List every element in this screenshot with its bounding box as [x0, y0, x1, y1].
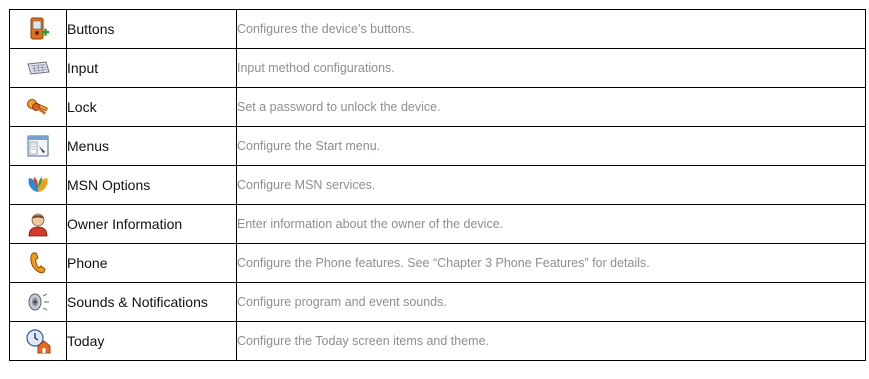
- table-row: Sounds & Notifications Configure program…: [9, 282, 866, 322]
- today-clock-home-icon: [25, 328, 51, 354]
- row-name: Menus: [66, 126, 237, 166]
- icon-cell: [9, 126, 67, 166]
- table-row: MSN Options Configure MSN services.: [9, 165, 866, 205]
- row-name: Owner Information: [66, 204, 237, 244]
- table-row: Input Input method configurations.: [9, 48, 866, 88]
- keys-lock-icon: [25, 94, 51, 120]
- row-name: Sounds & Notifications: [66, 282, 237, 322]
- icon-cell: [9, 9, 67, 49]
- row-description: Configure MSN services.: [236, 165, 866, 205]
- row-description: Enter information about the owner of the…: [236, 204, 866, 244]
- table-row: Owner Information Enter information abou…: [9, 204, 866, 244]
- icon-cell: [9, 282, 67, 322]
- table-row: Today Configure the Today screen items a…: [9, 321, 866, 361]
- row-name: Phone: [66, 243, 237, 283]
- row-name: Input: [66, 48, 237, 88]
- icon-cell: [9, 48, 67, 88]
- row-description: Input method configurations.: [236, 48, 866, 88]
- owner-person-icon: [25, 211, 51, 237]
- device-buttons-icon: [25, 16, 51, 42]
- speaker-sound-icon: [25, 289, 51, 315]
- phone-handset-icon: [25, 250, 51, 276]
- row-description: Configure the Phone features. See “Chapt…: [236, 243, 866, 283]
- row-description: Configure program and event sounds.: [236, 282, 866, 322]
- row-description: Set a password to unlock the device.: [236, 87, 866, 127]
- msn-butterfly-icon: [25, 172, 51, 198]
- icon-cell: [9, 165, 67, 205]
- row-description: Configure the Start menu.: [236, 126, 866, 166]
- icon-cell: [9, 87, 67, 127]
- row-name: Lock: [66, 87, 237, 127]
- menu-window-icon: [25, 133, 51, 159]
- table-row: Buttons Configures the device’s buttons.: [9, 9, 866, 49]
- row-name: Buttons: [66, 9, 237, 49]
- table-row: Menus Configure the Start menu.: [9, 126, 866, 166]
- table-row: Lock Set a password to unlock the device…: [9, 87, 866, 127]
- row-name: MSN Options: [66, 165, 237, 205]
- row-description: Configure the Today screen items and the…: [236, 321, 866, 361]
- settings-table: Buttons Configures the device’s buttons.…: [9, 9, 866, 361]
- row-name: Today: [66, 321, 237, 361]
- keyboard-icon: [25, 55, 51, 81]
- icon-cell: [9, 243, 67, 283]
- row-description: Configures the device’s buttons.: [236, 9, 866, 49]
- icon-cell: [9, 321, 67, 361]
- icon-cell: [9, 204, 67, 244]
- table-row: Phone Configure the Phone features. See …: [9, 243, 866, 283]
